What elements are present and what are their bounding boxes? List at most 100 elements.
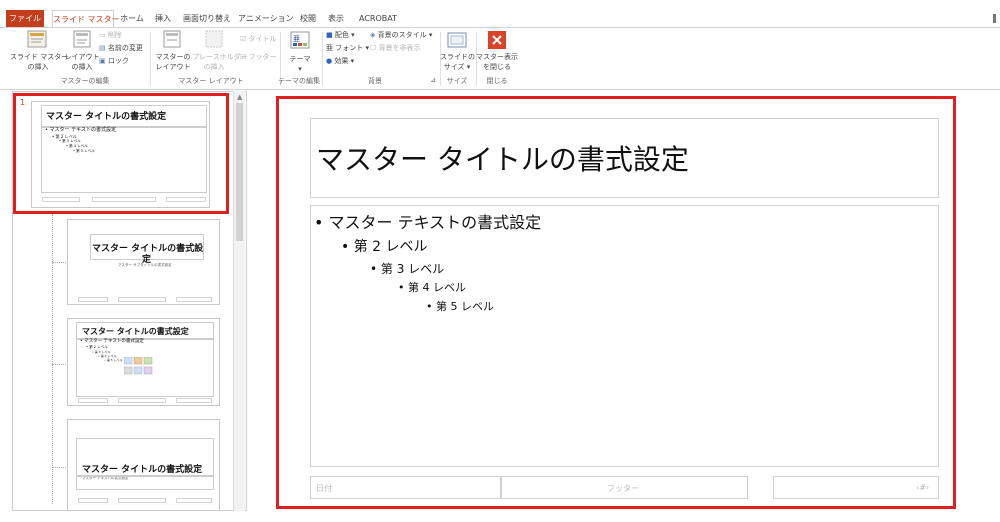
master-layout-label-2: レイアウト xyxy=(155,63,191,71)
title-checkbox[interactable]: ☑ タイトル xyxy=(240,34,277,45)
delete-button[interactable]: ▭ 削除 xyxy=(99,30,122,41)
ribbon-tab-bar: ファイル スライド マスター ホーム 挿入 画面切り替え アニメーション 校閲 … xyxy=(0,10,1000,28)
tab-acrobat[interactable]: ACROBAT xyxy=(354,10,402,28)
dropdown-arrow-icon: ▾ xyxy=(298,65,302,73)
master-layout-icon xyxy=(163,30,181,48)
rename-label: 名前の変更 xyxy=(107,44,143,52)
group-label-size: サイズ xyxy=(446,77,468,85)
layout-connector-line xyxy=(52,262,66,263)
lock-label: ロック xyxy=(107,57,129,65)
thumb-subtitle: マスター サブタイトルの書式設定 xyxy=(118,263,172,267)
slide-size-icon xyxy=(447,32,467,48)
layout-connector-line xyxy=(52,214,53,504)
group-separator xyxy=(322,32,323,86)
tab-file[interactable]: ファイル xyxy=(6,10,44,28)
scroll-up-arrow-icon[interactable]: ▲ xyxy=(237,93,242,101)
insert-layout-button[interactable]: レイアウト の挿入 xyxy=(62,52,102,72)
insert-slide-master-button[interactable]: スライド マスター の挿入 xyxy=(10,52,69,72)
ribbon: スライド マスター の挿入 レイアウト の挿入 ▭ 削除 ▤ 名前の変更 ▣ ロ… xyxy=(0,28,1000,90)
colors-icon: ■ xyxy=(326,31,335,39)
title-checkbox-label: タイトル xyxy=(248,35,277,43)
close-master-view-label-1: マスター表示 xyxy=(476,53,518,61)
thumb-number-placeholder xyxy=(176,398,212,403)
powerpoint-window: ファイル スライド マスター ホーム 挿入 画面切り替え アニメーション 校閲 … xyxy=(0,0,1000,522)
thumb-date-placeholder xyxy=(78,398,108,403)
effects-label: 効果 xyxy=(334,57,349,65)
insert-slide-master-label-2: の挿入 xyxy=(27,63,49,71)
tab-home[interactable]: ホーム xyxy=(118,10,146,28)
layout-connector-line xyxy=(52,467,66,468)
footer-checkbox[interactable]: ☑ フッター xyxy=(240,52,277,63)
hide-background-label: 背景を非表示 xyxy=(378,44,421,52)
group-label-theme-edit: テーマの編集 xyxy=(278,77,320,85)
master-layout-label-1: マスターの xyxy=(155,53,191,61)
thumbnail-selection-highlight xyxy=(13,93,229,214)
theme-icon: 亜 xyxy=(290,31,310,49)
thumb-body-placeholder xyxy=(76,476,214,490)
insert-slide-master-label-1: スライド マスター xyxy=(10,53,69,61)
placeholder-icon xyxy=(205,30,223,48)
layout-connector-line xyxy=(52,364,66,365)
tab-view[interactable]: 表示 xyxy=(325,10,347,28)
effects-button[interactable]: ● 効果 ▾ xyxy=(326,56,354,67)
slide-size-label-2: サイズ xyxy=(443,63,465,71)
checkbox-check-icon: ☑ xyxy=(240,35,249,43)
close-master-view-button[interactable]: マスター表示 を閉じる xyxy=(476,52,518,72)
scrollbar-thumb[interactable] xyxy=(236,103,243,241)
rename-button[interactable]: ▤ 名前の変更 xyxy=(99,43,143,54)
tab-animations[interactable]: アニメーション xyxy=(238,10,294,28)
close-master-view-icon xyxy=(488,31,506,49)
hide-background-checkbox[interactable]: ☐ 背景を非表示 xyxy=(370,43,421,54)
colors-label: 配色 xyxy=(334,31,349,39)
tab-slide-master[interactable]: スライド マスター xyxy=(52,10,120,28)
thumb-level-5: • 第 5 レベル xyxy=(104,358,123,362)
slide-size-button[interactable]: スライドの サイズ ▾ xyxy=(440,52,475,72)
background-styles-label: 背景のスタイル xyxy=(377,31,427,39)
checkbox-empty-icon: ☐ xyxy=(370,44,379,52)
canvas-highlight xyxy=(276,96,956,509)
thumb-footer-placeholder xyxy=(118,297,166,302)
tab-transitions[interactable]: 画面切り替え xyxy=(181,10,233,28)
insert-placeholder-label-1: プレースホルダー xyxy=(192,53,248,61)
slide-size-label-1: スライドの xyxy=(440,53,475,61)
insert-layout-icon xyxy=(73,30,91,48)
theme-button[interactable]: テーマ ▾ xyxy=(284,54,316,74)
background-styles-icon: ◈ xyxy=(370,31,378,39)
thumb-number-placeholder xyxy=(176,297,212,302)
thumb-number-placeholder xyxy=(176,498,212,503)
background-styles-button[interactable]: ◈ 背景のスタイル ▾ xyxy=(370,30,432,41)
checkbox-check-icon: ☑ xyxy=(240,53,249,61)
thumbnail-scrollbar[interactable]: ▲ xyxy=(233,91,245,511)
fonts-button[interactable]: 亜 フォント ▾ xyxy=(326,43,369,54)
thumb-footer-placeholder xyxy=(118,398,166,403)
content-placeholder-icons xyxy=(124,357,153,375)
fonts-label: フォント xyxy=(335,44,364,52)
insert-layout-label-1: レイアウト xyxy=(64,53,100,61)
colors-button[interactable]: ■ 配色 ▾ xyxy=(326,30,355,41)
thumb-date-placeholder xyxy=(78,297,108,302)
window-grip xyxy=(993,14,996,23)
delete-label: 削除 xyxy=(107,31,122,39)
thumb-title: マスター タイトルの書式設定 xyxy=(82,327,189,336)
tab-insert[interactable]: 挿入 xyxy=(151,10,175,28)
group-label-master-layout: マスター レイアウト xyxy=(178,77,244,85)
lock-icon: ▣ xyxy=(99,57,108,65)
insert-placeholder-label-2: の挿入 xyxy=(203,63,225,71)
fonts-icon: 亜 xyxy=(326,44,336,52)
group-label-close: 閉じる xyxy=(486,77,508,85)
tab-review[interactable]: 校閲 xyxy=(297,10,319,28)
theme-label: テーマ xyxy=(289,55,311,63)
delete-icon: ▭ xyxy=(99,31,108,39)
dialog-launcher-icon[interactable]: ⊿ xyxy=(428,76,438,84)
thumb-title: マスター タイトルの書式設定 xyxy=(82,465,203,475)
lock-button[interactable]: ▣ ロック xyxy=(99,56,129,67)
thumb-date-placeholder xyxy=(78,498,108,503)
thumb-footer-placeholder xyxy=(118,498,166,503)
insert-slide-master-icon xyxy=(27,30,47,48)
master-layout-button[interactable]: マスターの レイアウト xyxy=(153,52,193,72)
insert-placeholder-button[interactable]: プレースホルダー の挿入 xyxy=(192,52,248,72)
footer-checkbox-label: フッター xyxy=(248,53,277,61)
insert-layout-label-2: の挿入 xyxy=(71,63,93,71)
group-label-background: 背景 xyxy=(368,77,382,85)
group-separator xyxy=(150,32,151,86)
